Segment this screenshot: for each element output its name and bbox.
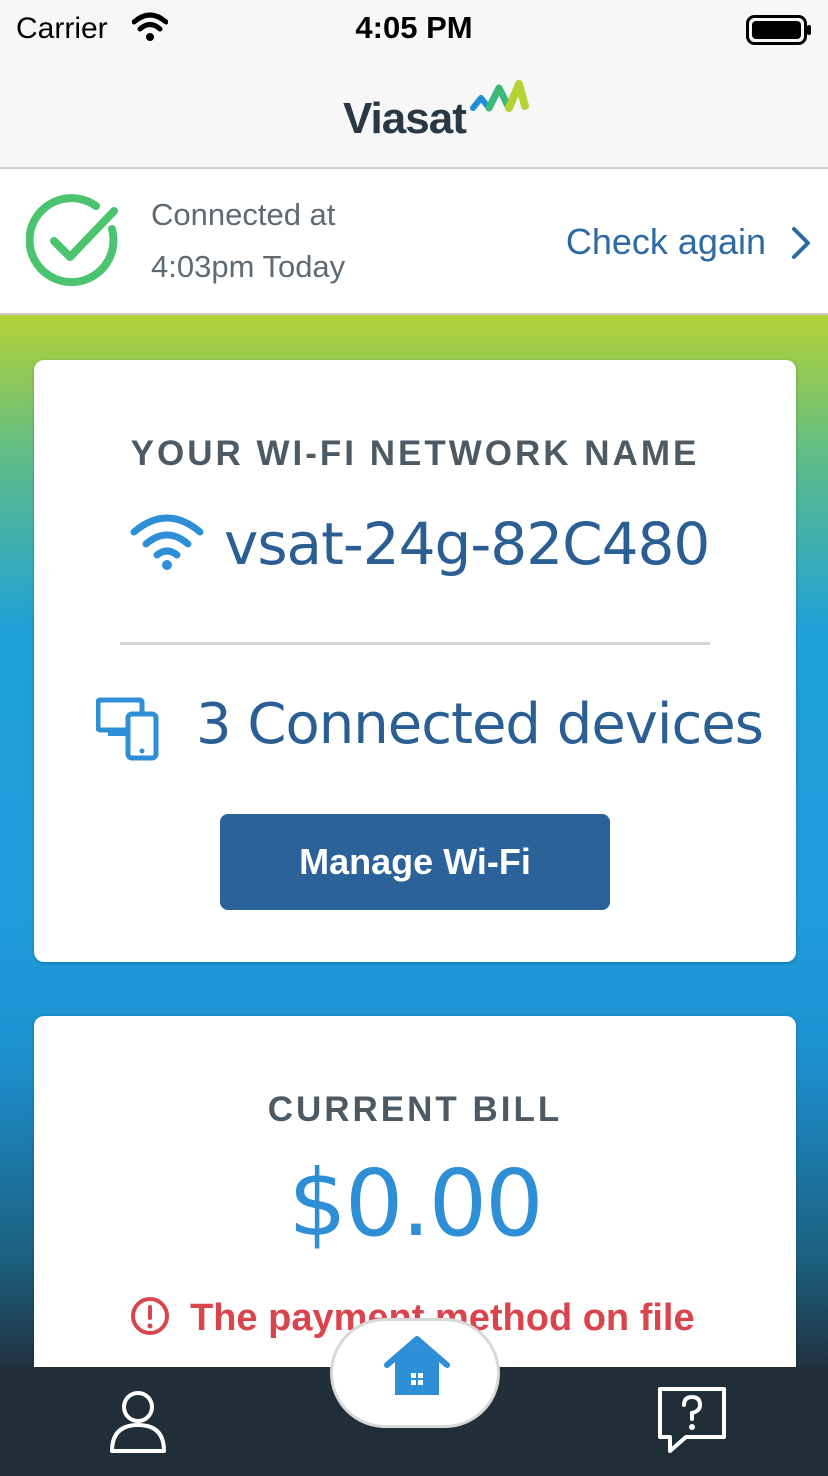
home-icon[interactable] (383, 1335, 451, 1399)
network-name: vsat-24g-82C480 (224, 510, 710, 578)
logo-text: Viasat (343, 94, 467, 143)
alert-circle-icon (131, 1297, 169, 1335)
connected-check-icon (26, 194, 118, 287)
chevron-right-icon[interactable] (790, 225, 812, 261)
connected-time-label: 4:03pm Today (151, 249, 346, 284)
connected-at-label: Connected at (151, 197, 336, 232)
check-again-link[interactable]: Check again (566, 221, 766, 263)
connection-status-bar: Connected at 4:03pm Today Check again (0, 169, 828, 315)
help-chat-icon[interactable] (656, 1385, 728, 1455)
bill-amount: $0.00 (288, 1150, 543, 1257)
viasat-logo: Viasat (343, 78, 529, 143)
nav-bar: Viasat (0, 58, 828, 169)
user-icon[interactable] (106, 1385, 170, 1455)
logo-mark-icon (470, 80, 529, 112)
status-bar: Carrier 4:05 PM (0, 0, 828, 58)
bill-card-heading: CURRENT BILL (267, 1090, 563, 1129)
status-time: 4:05 PM (355, 10, 473, 45)
card-divider (120, 642, 710, 645)
wifi-card-heading: YOUR WI-FI NETWORK NAME (130, 434, 700, 473)
battery-icon (746, 15, 811, 45)
connected-devices-icon (96, 697, 159, 761)
wifi-network-card: YOUR WI-FI NETWORK NAME vsat-24g-82C480 … (34, 360, 796, 962)
home-tab-button[interactable] (330, 1318, 500, 1428)
connected-devices-count[interactable]: 3 Connected devices (196, 692, 764, 757)
wifi-icon (130, 514, 204, 570)
manage-wifi-button[interactable]: Manage Wi-Fi (220, 814, 610, 910)
